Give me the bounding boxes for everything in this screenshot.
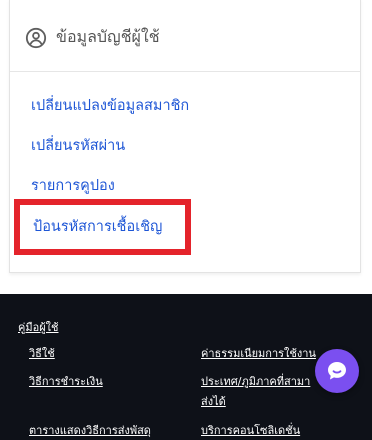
highlight-annotation-box — [14, 199, 191, 255]
edit-member-info-link[interactable]: เปลี่ยนแปลงข้อมูลสมาชิก — [31, 96, 189, 116]
footer-link-service-fees[interactable]: ค่าธรรมเนียมการใช้งาน — [201, 346, 316, 362]
chat-bubble-icon — [328, 362, 346, 380]
account-info-title: ข้อมูลบัญชีผู้ใช้ — [56, 27, 160, 46]
account-menu-card: ข้อมูลบัญชีผู้ใช้ เปลี่ยนแปลงข้อมูลสมาชิ… — [9, 0, 361, 273]
account-menu-section: ข้อมูลบัญชีผู้ใช้ เปลี่ยนแปลงข้อมูลสมาชิ… — [0, 0, 372, 294]
user-guide-heading[interactable]: คู่มือผู้ใช้ — [18, 321, 59, 335]
footer-link-payment-methods[interactable]: วิธีการชำระเงิน — [29, 374, 103, 390]
account-circle-icon — [25, 27, 47, 49]
coupon-list-link[interactable]: รายการคูปอง — [31, 176, 115, 196]
footer-link-how-to-use[interactable]: วิธีใช้ — [29, 346, 55, 362]
footer-link-consolidation-service[interactable]: บริการคอนโซลิเดชั่น — [201, 423, 300, 439]
chat-support-button[interactable] — [315, 349, 359, 393]
card-header: ข้อมูลบัญชีผู้ใช้ — [10, 0, 360, 72]
change-password-link[interactable]: เปลี่ยนรหัสผ่าน — [31, 136, 125, 156]
footer-link-shippable-countries-cont[interactable]: ส่งได้ — [201, 394, 226, 410]
footer-link-shipping-methods-table[interactable]: ตารางแสดงวิธีการส่งพัสดุ — [29, 423, 151, 439]
footer-link-shippable-countries[interactable]: ประเทศ/ภูมิภาคที่สามา — [201, 374, 310, 390]
